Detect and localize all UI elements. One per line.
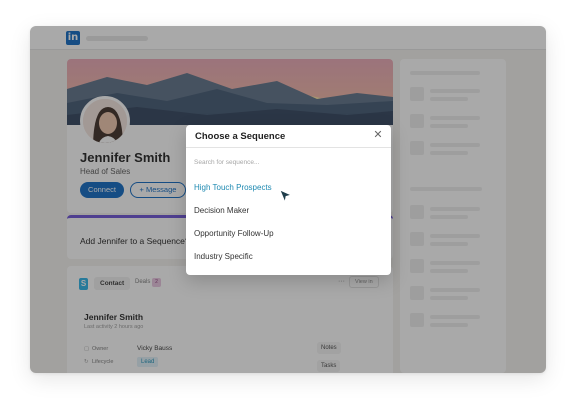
modal-header: Choose a Sequence ✕ <box>186 125 391 148</box>
sequence-option-opportunity-follow-up[interactable]: Opportunity Follow-Up <box>194 229 274 238</box>
sequence-search-input[interactable]: Search for sequence... <box>194 159 259 166</box>
mouse-cursor-icon <box>280 190 292 204</box>
sequence-option-high-touch-prospects[interactable]: High Touch Prospects <box>194 183 272 192</box>
sequence-option-decision-maker[interactable]: Decision Maker <box>194 206 249 215</box>
close-icon[interactable]: ✕ <box>372 129 384 141</box>
modal-title: Choose a Sequence <box>195 131 286 142</box>
sequence-option-industry-specific[interactable]: Industry Specific <box>194 252 253 261</box>
